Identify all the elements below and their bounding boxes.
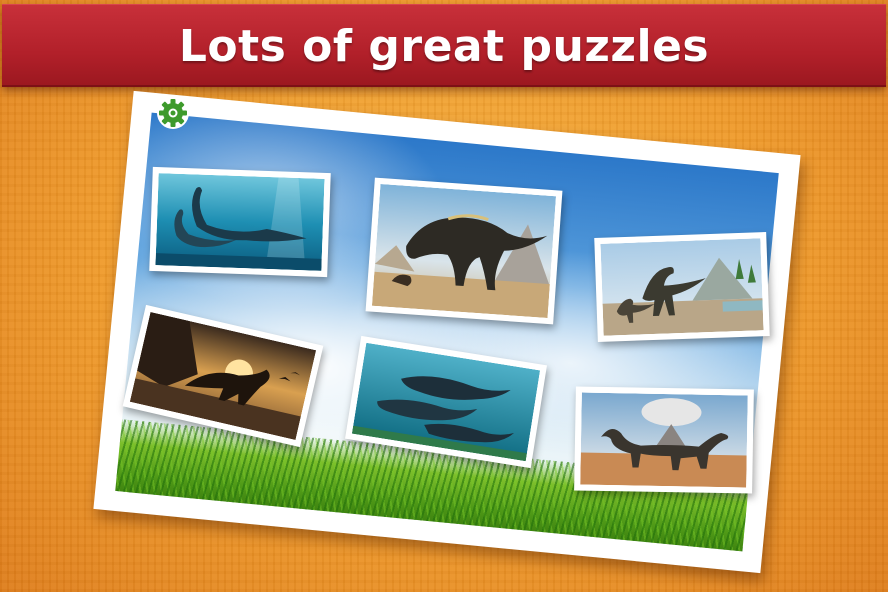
gear-icon	[157, 97, 189, 129]
puzzle-thumbnail-6[interactable]	[574, 386, 754, 494]
puzzle-thumbnail-1[interactable]	[149, 166, 331, 278]
thumbnail-image	[600, 238, 764, 336]
puzzle-thumbnail-2[interactable]	[365, 177, 563, 325]
puzzle-thumbnail-3[interactable]	[594, 232, 770, 342]
thumbnail-image	[371, 184, 557, 318]
title-banner: Lots of great puzzles	[2, 4, 886, 87]
settings-button[interactable]	[156, 96, 190, 130]
thumbnail-image	[580, 392, 748, 488]
thumbnail-image	[155, 173, 325, 271]
thumbnail-image	[351, 342, 541, 462]
banner-title: Lots of great puzzles	[178, 20, 710, 72]
